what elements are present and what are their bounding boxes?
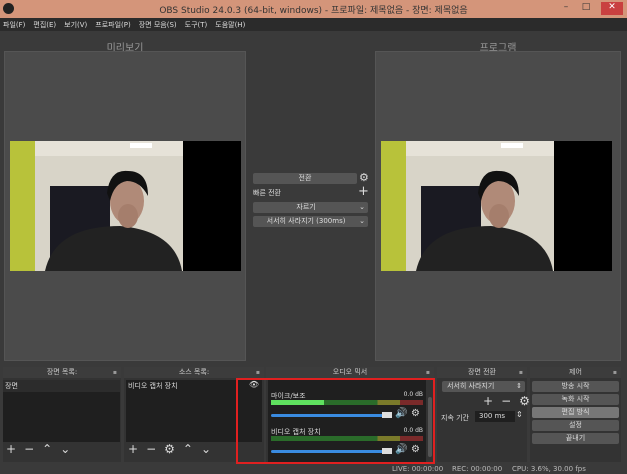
- program-video: [381, 141, 612, 271]
- quick-transition-label: 빠른 전환: [253, 189, 281, 197]
- menu-edit[interactable]: 편집(E): [33, 20, 56, 30]
- scenes-dock-header: 장면 목록: ▪: [3, 367, 121, 378]
- mixer-title: 오디오 믹서: [332, 368, 368, 376]
- menu-view[interactable]: 보기(V): [64, 20, 87, 30]
- menu-scene-collection[interactable]: 장면 모음(S): [139, 20, 177, 30]
- move-up-chevron-icon[interactable]: ⌃: [183, 442, 193, 456]
- pop-out-icon[interactable]: ▪: [113, 367, 117, 378]
- chevron-down-icon: ⌄: [359, 203, 365, 211]
- fade-label: 서서히 사라지기 (300ms): [266, 217, 346, 225]
- start-streaming-button[interactable]: 방송 시작: [532, 381, 619, 392]
- list-item[interactable]: 장면: [3, 380, 120, 392]
- pop-out-icon[interactable]: ▪: [256, 367, 260, 378]
- fade-button[interactable]: 서서히 사라지기 (300ms) ⌄: [253, 216, 368, 227]
- chevron-down-icon: ⌄: [359, 217, 365, 225]
- preview-panel[interactable]: [4, 51, 246, 361]
- sources-dock-header: 소스 목록: ▪: [124, 367, 264, 378]
- cut-button[interactable]: 자르기 ⌄: [253, 202, 368, 213]
- add-scene-plus-icon[interactable]: +: [6, 442, 16, 456]
- remove-source-minus-icon[interactable]: −: [146, 442, 156, 456]
- scene-transitions-dock: 장면 전환 ▪ 서서히 사라지기 ⇕ + − ⚙ 지속 기간 300 ms ⇕: [437, 367, 530, 462]
- controls-dock-header: 제어 ▪: [530, 367, 621, 378]
- menu-help[interactable]: 도움말(H): [215, 20, 245, 30]
- window-title: OBS Studio 24.0.3 (64-bit, windows) - 프로…: [159, 6, 468, 16]
- webcam-image: [10, 141, 183, 271]
- maximize-button[interactable]: □: [575, 2, 597, 15]
- move-down-chevron-icon[interactable]: ⌄: [60, 442, 70, 456]
- rec-time: REC: 00:00:00: [452, 465, 503, 473]
- remove-transition-minus-icon[interactable]: −: [501, 394, 511, 408]
- duration-spinner-icon[interactable]: ⇕: [516, 410, 523, 419]
- duration-value: 300 ms: [479, 412, 506, 420]
- transition-select-value: 서서히 사라지기: [447, 382, 495, 390]
- transitions-title: 장면 전환: [468, 368, 496, 376]
- source-properties-gear-icon[interactable]: ⚙: [164, 442, 175, 456]
- menu-file[interactable]: 파일(F): [3, 20, 25, 30]
- transition-properties-gear-icon[interactable]: ⚙: [519, 394, 530, 408]
- webcam-image: [381, 141, 554, 271]
- settings-button[interactable]: 설정: [532, 420, 619, 431]
- transitions-dock-header: 장면 전환 ▪: [437, 367, 527, 378]
- sources-title: 소스 목록:: [178, 368, 210, 376]
- highlight-box: [236, 378, 435, 464]
- status-bar: LIVE: 00:00:00 REC: 00:00:00 CPU: 3.6%, …: [0, 465, 627, 474]
- menu-bar: 파일(F) 편집(E) 보기(V) 프로파일(P) 장면 모음(S) 도구(T)…: [0, 18, 627, 31]
- menu-profile[interactable]: 프로파일(P): [95, 20, 130, 30]
- cut-label: 자르기: [296, 203, 316, 211]
- scenes-list: 장면: [3, 380, 120, 442]
- add-quick-transition-plus-icon[interactable]: +: [358, 184, 369, 199]
- scenes-dock: 장면 목록: ▪ 장면 + − ⌃ ⌄: [3, 367, 121, 462]
- live-time: LIVE: 00:00:00: [392, 465, 444, 473]
- transition-settings-gear-icon[interactable]: ⚙: [359, 171, 369, 184]
- remove-scene-minus-icon[interactable]: −: [24, 442, 34, 456]
- preview-video: [10, 141, 241, 271]
- pop-out-icon[interactable]: ▪: [519, 367, 523, 378]
- scenes-title: 장면 목록:: [46, 368, 78, 376]
- close-button[interactable]: ✕: [601, 2, 623, 15]
- menu-tools[interactable]: 도구(T): [185, 20, 208, 30]
- pop-out-icon[interactable]: ▪: [613, 367, 617, 378]
- duration-label: 지속 기간: [441, 414, 469, 422]
- duration-input[interactable]: 300 ms: [475, 411, 515, 422]
- start-recording-button[interactable]: 녹화 시작: [532, 394, 619, 405]
- add-source-plus-icon[interactable]: +: [128, 442, 138, 456]
- transition-select[interactable]: 서서히 사라지기 ⇕: [442, 381, 525, 392]
- mixer-dock-header: 오디오 믹서 ▪: [266, 367, 434, 378]
- updown-icon: ⇕: [516, 382, 522, 390]
- controls-dock: 제어 ▪ 방송 시작 녹화 시작 편집 방식 설정 끝내기: [530, 367, 621, 462]
- studio-mode-button[interactable]: 편집 방식: [532, 407, 619, 418]
- title-bar: OBS Studio 24.0.3 (64-bit, windows) - 프로…: [0, 0, 627, 18]
- add-transition-plus-icon[interactable]: +: [483, 394, 493, 408]
- controls-title: 제어: [569, 368, 582, 376]
- move-down-chevron-icon[interactable]: ⌄: [201, 442, 211, 456]
- cpu-fps: CPU: 3.6%, 30.00 fps: [512, 465, 586, 473]
- pop-out-icon[interactable]: ▪: [426, 367, 430, 378]
- transition-button[interactable]: 전환: [253, 173, 357, 184]
- exit-button[interactable]: 끝내기: [532, 433, 619, 444]
- minimize-button[interactable]: –: [555, 2, 577, 15]
- program-panel: [375, 51, 621, 361]
- move-up-chevron-icon[interactable]: ⌃: [42, 442, 52, 456]
